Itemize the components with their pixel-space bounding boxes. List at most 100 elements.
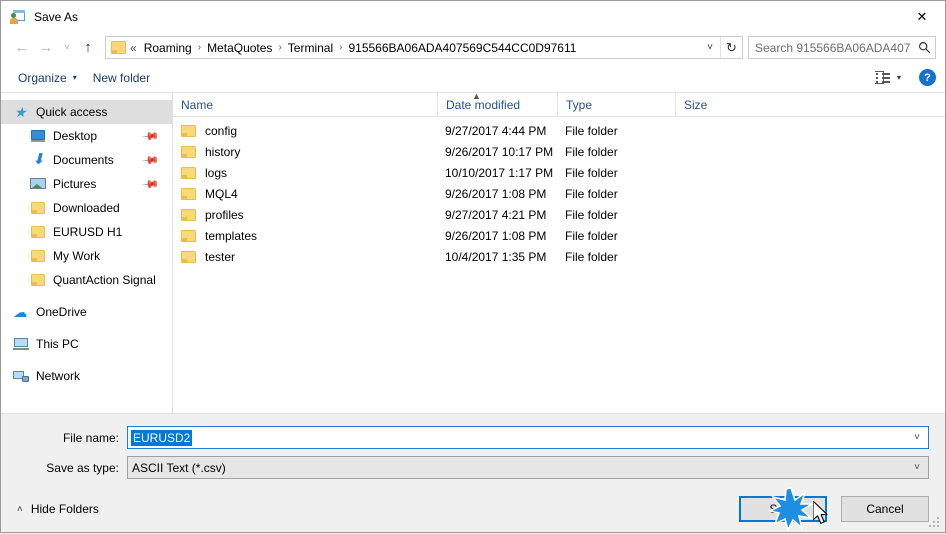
back-button[interactable]: ← (10, 36, 34, 60)
sidebar-item-eurusd-h1[interactable]: EURUSD H1 (1, 220, 172, 244)
table-row[interactable]: tester 10/4/2017 1:35 PM File folder (173, 246, 945, 267)
hide-folders-label: Hide Folders (30, 502, 99, 516)
search-icon[interactable] (913, 37, 935, 58)
table-row[interactable]: logs 10/10/2017 1:17 PM File folder (173, 162, 945, 183)
save-as-type-select[interactable]: ASCII Text (*.csv) ˅ (127, 456, 929, 479)
picture-icon (30, 176, 47, 192)
recent-locations-button[interactable]: ˅ (58, 36, 76, 60)
close-icon[interactable]: ✕ (899, 1, 945, 32)
chevron-down-icon: ▾ (72, 73, 77, 82)
file-name-cell: profiles (173, 208, 437, 222)
save-as-type-label: Save as type: (46, 460, 119, 475)
sidebar-item-downloaded[interactable]: Downloaded (1, 196, 172, 220)
sidebar-item-network[interactable]: Network (1, 364, 172, 388)
pin-icon[interactable]: 📌 (142, 151, 161, 169)
star-icon: ★ (14, 104, 27, 120)
help-icon[interactable]: ? (919, 69, 936, 86)
network-icon (13, 368, 30, 384)
chevron-down-icon[interactable]: ▾ (897, 73, 901, 82)
forward-button[interactable]: → (34, 36, 58, 60)
file-date-cell: 10/4/2017 1:35 PM (445, 249, 547, 264)
chevron-down-icon[interactable]: ˅ (914, 462, 920, 473)
folder-icon (30, 200, 47, 216)
sidebar-item-label: EURUSD H1 (53, 225, 123, 239)
dialog-footer: ˄ Hide Folders Save Cancel (1, 486, 945, 532)
breadcrumb-sep-2[interactable]: › (276, 42, 283, 53)
view-list-icon (874, 71, 890, 84)
save-form: File name: EURUSD2 ˅ Save as type: ASCII… (1, 413, 945, 486)
sidebar-item-onedrive[interactable]: ☁ OneDrive (1, 300, 172, 324)
hide-folders-button[interactable]: ˄ Hide Folders (17, 502, 99, 516)
sidebar-item-label: QuantAction Signal (53, 273, 156, 287)
sidebar-item-desktop[interactable]: Desktop 📌 (1, 124, 172, 148)
breadcrumb-item-roaming[interactable]: Roaming (140, 39, 196, 57)
cancel-button[interactable]: Cancel (841, 496, 929, 522)
folder-icon (181, 166, 197, 180)
resize-grip[interactable] (929, 517, 941, 529)
pin-icon[interactable]: 📌 (142, 175, 161, 193)
refresh-icon[interactable]: ↻ (720, 37, 742, 58)
file-name-cell: tester (173, 250, 437, 264)
sidebar-item-label: Downloaded (53, 201, 120, 215)
sidebar-item-label: My Work (53, 249, 101, 263)
navigation-pane: ★ Quick access Desktop 📌 ⬇ Documents 📌 P… (1, 93, 173, 413)
column-header-name[interactable]: Name (173, 93, 437, 117)
file-date-cell: 9/26/2017 1:08 PM (445, 228, 547, 243)
new-folder-button[interactable]: New folder (85, 67, 158, 89)
file-name-label: templates (205, 228, 258, 243)
sidebar-item-quick-access[interactable]: ★ Quick access (1, 100, 172, 124)
breadcrumb-overflow[interactable]: « (130, 41, 140, 55)
search-box[interactable] (748, 36, 936, 59)
file-name-label: history (205, 144, 241, 159)
chevron-down-icon[interactable]: ˅ (700, 37, 720, 58)
file-type-cell: File folder (565, 249, 618, 264)
table-row[interactable]: profiles 9/27/2017 4:21 PM File folder (173, 204, 945, 225)
breadcrumb-item-terminal[interactable]: Terminal (284, 39, 337, 57)
file-name-cell: MQL4 (173, 187, 437, 201)
folder-icon (181, 250, 197, 264)
sidebar-item-documents[interactable]: ⬇ Documents 📌 (1, 148, 172, 172)
save-as-type-row: Save as type: ASCII Text (*.csv) ˅ (17, 456, 929, 479)
save-as-app-icon (10, 9, 26, 25)
file-name-label: logs (205, 165, 228, 180)
sort-ascending-icon: ▲ (472, 91, 481, 101)
column-header-size[interactable]: Size (675, 92, 755, 117)
sidebar-item-pictures[interactable]: Pictures 📌 (1, 172, 172, 196)
file-type-cell: File folder (565, 165, 618, 180)
breadcrumb-item-metaquotes[interactable]: MetaQuotes (203, 39, 276, 57)
table-row[interactable]: config 9/27/2017 4:44 PM File folder (173, 120, 945, 141)
sidebar-item-quantaction-signal[interactable]: QuantAction Signal (1, 268, 172, 292)
save-button[interactable]: Save (739, 496, 827, 522)
sidebar-item-my-work[interactable]: My Work (1, 244, 172, 268)
file-type-cell: File folder (565, 144, 618, 159)
file-name-input[interactable]: EURUSD2 ˅ (127, 426, 929, 449)
breadcrumb-sep-1[interactable]: › (196, 42, 203, 53)
chevron-up-icon: ˄ (17, 503, 23, 515)
column-header-type[interactable]: Type (557, 92, 675, 117)
navigation-bar: ← → ˅ ↑ « Roaming › MetaQuotes › Termina… (1, 32, 945, 63)
folder-icon (30, 224, 47, 240)
new-folder-label: New folder (92, 70, 151, 85)
folder-icon (181, 124, 197, 138)
search-input[interactable] (749, 38, 913, 57)
organize-button[interactable]: Organize ▾ (10, 67, 85, 89)
column-header-date-modified[interactable]: Date modified (437, 92, 557, 117)
chevron-down-icon[interactable]: ˅ (914, 432, 920, 443)
file-date-cell: 9/26/2017 1:08 PM (445, 186, 547, 201)
pin-icon[interactable]: 📌 (142, 127, 161, 145)
table-row[interactable]: templates 9/26/2017 1:08 PM File folder (173, 225, 945, 246)
this-pc-icon (13, 336, 30, 352)
address-bar[interactable]: « Roaming › MetaQuotes › Terminal › 9155… (105, 36, 743, 59)
dialog-body: ★ Quick access Desktop 📌 ⬇ Documents 📌 P… (1, 91, 945, 413)
table-row[interactable]: MQL4 9/26/2017 1:08 PM File folder (173, 183, 945, 204)
breadcrumb-sep-3[interactable]: › (337, 42, 344, 53)
breadcrumb: « Roaming › MetaQuotes › Terminal › 9155… (130, 39, 700, 57)
up-button[interactable]: ↑ (76, 36, 100, 60)
view-options-button[interactable]: ▾ (869, 68, 907, 87)
table-row[interactable]: history 9/26/2017 10:17 PM File folder (173, 141, 945, 162)
breadcrumb-item-guid[interactable]: 915566BA06ADA407569C544CC0D97611 (344, 39, 580, 57)
file-type-cell: File folder (565, 123, 618, 138)
sidebar-item-label: This PC (36, 337, 79, 351)
file-name-cell: config (173, 124, 437, 138)
sidebar-item-this-pc[interactable]: This PC (1, 332, 172, 356)
